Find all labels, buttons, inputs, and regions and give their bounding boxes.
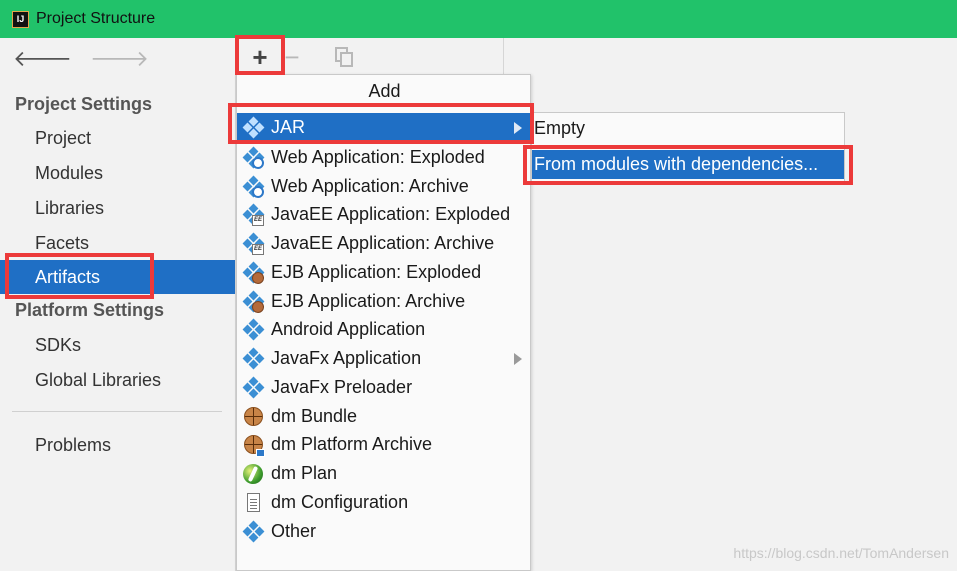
menu-item-ejb-exploded[interactable]: EJB Application: Exploded (237, 258, 530, 287)
jar-submenu: Empty From modules with dependencies... (531, 112, 845, 182)
menu-item-javaee-archive[interactable]: EE JavaEE Application: Archive (237, 229, 530, 258)
window-title: Project Structure (36, 10, 156, 27)
menu-item-label: dm Bundle (271, 406, 358, 426)
menu-item-label: EJB Application: Exploded (271, 262, 482, 282)
add-button[interactable]: + (238, 42, 282, 72)
sidebar-item-project[interactable]: Project (0, 121, 235, 155)
sidebar-divider (12, 411, 222, 412)
sidebar-item-modules[interactable]: Modules (0, 156, 235, 190)
menu-item-web-app-exploded[interactable]: Web Application: Exploded (237, 143, 530, 172)
menu-item-label: JavaEE Application: Exploded (271, 204, 511, 224)
jar-icon (242, 116, 265, 139)
menu-item-label: dm Platform Archive (271, 434, 433, 454)
back-arrow-icon[interactable]: 🡐 (13, 48, 72, 70)
dm-configuration-icon (242, 492, 264, 514)
javaee-archive-icon: EE (242, 232, 265, 255)
javafx-app-icon (242, 347, 265, 370)
sidebar-item-sdks[interactable]: SDKs (0, 328, 235, 362)
project-settings-heading: Project Settings (15, 94, 153, 114)
nav-arrows: 🡐 🡒 (13, 48, 149, 70)
title-bar: IJ Project Structure (0, 0, 957, 38)
forward-arrow-icon[interactable]: 🡒 (90, 48, 149, 70)
submenu-arrow-icon (514, 353, 522, 365)
menu-item-ejb-archive[interactable]: EJB Application: Archive (237, 287, 530, 316)
menu-item-label: JavaEE Application: Archive (271, 233, 495, 253)
menu-item-javaee-exploded[interactable]: EE JavaEE Application: Exploded (237, 200, 530, 229)
menu-item-dm-bundle[interactable]: dm Bundle (237, 402, 530, 431)
menu-item-dm-plan[interactable]: dm Plan (237, 459, 530, 488)
sidebar-item-artifacts[interactable]: Artifacts (0, 260, 235, 294)
sidebar-item-libraries[interactable]: Libraries (0, 191, 235, 225)
platform-settings-heading: Platform Settings (15, 300, 165, 320)
menu-item-label: Web Application: Exploded (271, 147, 485, 167)
menu-item-javafx-preloader[interactable]: JavaFx Preloader (237, 373, 530, 402)
copy-button[interactable] (330, 42, 358, 72)
ejb-archive-icon (242, 290, 265, 313)
dm-plan-icon (242, 463, 264, 485)
web-app-exploded-icon (242, 146, 265, 169)
menu-item-label: dm Plan (271, 463, 338, 483)
submenu-item-from-modules[interactable]: From modules with dependencies... (532, 150, 844, 179)
menu-item-label: EJB Application: Archive (271, 291, 466, 311)
javafx-preloader-icon (242, 376, 265, 399)
javaee-exploded-icon: EE (242, 203, 265, 226)
other-icon (242, 520, 265, 543)
menu-item-android-application[interactable]: Android Application (237, 315, 530, 344)
intellij-logo-icon: IJ (12, 10, 29, 28)
menu-item-label: dm Configuration (271, 492, 409, 512)
menu-item-label: Other (271, 521, 317, 541)
menu-item-label: Web Application: Archive (271, 176, 469, 196)
submenu-arrow-icon (514, 122, 522, 134)
menu-item-jar[interactable]: JAR (237, 113, 530, 142)
menu-item-dm-configuration[interactable]: dm Configuration (237, 488, 530, 517)
menu-item-other[interactable]: Other (237, 517, 530, 546)
copy-icon (335, 47, 353, 67)
remove-button[interactable]: − (278, 42, 306, 72)
menu-item-label: Android Application (271, 319, 426, 339)
menu-item-label: JavaFx Preloader (271, 377, 413, 397)
sidebar: 🡐 🡒 Project Settings Project Modules Lib… (0, 38, 235, 571)
add-menu-header: Add (368, 81, 401, 101)
menu-item-javafx-application[interactable]: JavaFx Application (237, 344, 530, 373)
ejb-exploded-icon (242, 261, 265, 284)
menu-item-dm-platform-archive[interactable]: dm Platform Archive (237, 430, 530, 459)
sidebar-item-global-libraries[interactable]: Global Libraries (0, 363, 235, 397)
add-artifact-menu: Add JAR Web Application: Exploded Web Ap… (236, 74, 531, 571)
dm-platform-archive-icon (242, 434, 265, 457)
menu-item-label: JAR (271, 117, 306, 137)
web-app-archive-icon (242, 175, 265, 198)
watermark: https://blog.csdn.net/TomAndersen (733, 545, 949, 561)
dm-bundle-icon (242, 406, 264, 428)
android-app-icon (242, 318, 265, 341)
submenu-item-empty[interactable]: Empty (532, 114, 844, 143)
sidebar-item-facets[interactable]: Facets (0, 226, 235, 260)
menu-item-web-app-archive[interactable]: Web Application: Archive (237, 172, 530, 201)
sidebar-item-problems[interactable]: Problems (0, 428, 235, 462)
menu-item-label: JavaFx Application (271, 348, 422, 368)
